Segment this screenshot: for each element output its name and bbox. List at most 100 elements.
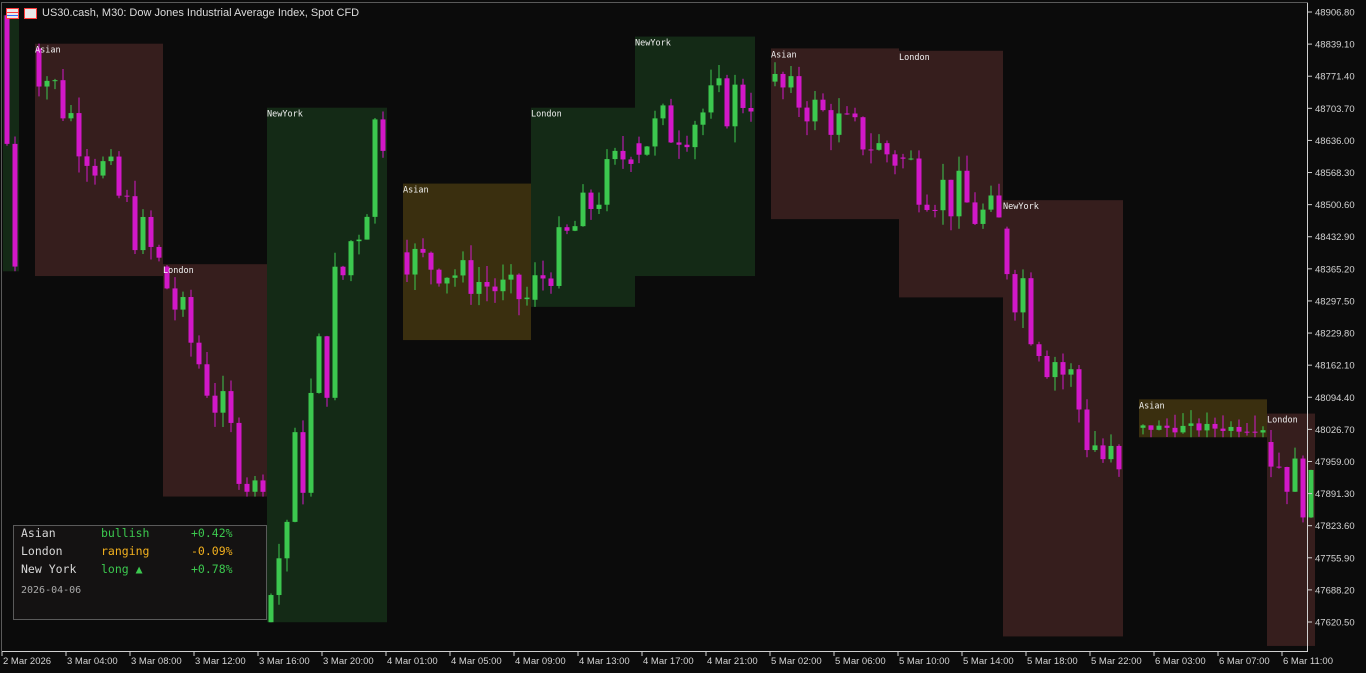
candle-bull (572, 226, 578, 231)
candle-bull (1228, 426, 1234, 431)
indicator-icon[interactable] (24, 7, 37, 19)
candle-bear (244, 483, 250, 492)
candle-bear (548, 278, 554, 286)
session-box-asian (771, 48, 899, 220)
candle-bull (308, 392, 314, 493)
candle-bear (204, 364, 210, 396)
session-label: London (531, 110, 562, 120)
price-label: 47823.60 (1315, 521, 1355, 532)
candle-bear (300, 432, 306, 493)
candle-bull (772, 73, 778, 82)
candle-bull (1188, 423, 1194, 426)
candle-bear (1164, 425, 1170, 428)
candle-bull (100, 161, 106, 176)
candle-bear (188, 297, 194, 343)
candle-bear (116, 156, 122, 196)
chart-window-icon[interactable] (6, 7, 19, 19)
candle-bear (1220, 428, 1226, 431)
candle-bull (980, 209, 986, 224)
candle-bear (1244, 431, 1250, 433)
session-box-newyork (1003, 200, 1123, 637)
session-label: NewYork (635, 39, 671, 49)
candle-bear (1148, 425, 1154, 430)
candle-bear (1252, 431, 1258, 433)
price-label: 48568.30 (1315, 168, 1355, 179)
candle-bull (372, 119, 378, 217)
candle-bull (316, 336, 322, 393)
time-label: 4 Mar 21:00 (707, 656, 758, 667)
price-label: 48432.90 (1315, 232, 1355, 243)
candle-bear (1116, 445, 1122, 470)
price-label: 48906.80 (1315, 8, 1355, 19)
price-label: 48703.70 (1315, 104, 1355, 115)
candle-bull (1020, 278, 1026, 313)
candle-bear (564, 227, 570, 231)
time-label: 5 Mar 18:00 (1027, 656, 1078, 667)
candle-bull (268, 595, 274, 623)
candle-bull (356, 239, 362, 242)
time-label: 5 Mar 06:00 (835, 656, 886, 667)
candle-bear (76, 113, 82, 157)
candle-bear (636, 143, 642, 155)
candle-bear (420, 248, 426, 253)
session-label: NewYork (1003, 202, 1039, 212)
price-label: 47891.30 (1315, 489, 1355, 500)
candle-bear (1012, 274, 1018, 313)
candle-bear (892, 154, 898, 166)
candle-bull (556, 227, 562, 286)
candle-bull (836, 113, 842, 135)
candle-bull (644, 146, 650, 155)
candle-bear (4, 15, 10, 144)
session-label: Asian (771, 50, 797, 60)
candle-bull (788, 76, 794, 88)
candle-bull (1260, 430, 1266, 433)
candle-bear (340, 266, 346, 276)
candle-bear (820, 99, 826, 111)
panel-session-change: -0.09% (191, 544, 233, 558)
candle-bull (332, 266, 338, 398)
candle-bear (932, 209, 938, 211)
candle-bear (484, 282, 490, 287)
session-box-london (899, 50, 1003, 298)
panel-session-state: long ▲ (101, 562, 143, 576)
candle-bull (716, 78, 722, 86)
candle-bull (708, 85, 714, 113)
candle-bull (364, 216, 370, 240)
candle-bull (596, 204, 602, 209)
candle-bull (108, 156, 114, 162)
candle-bull (292, 432, 298, 522)
candle-bull (1156, 425, 1162, 430)
candle-bull (660, 105, 666, 119)
candle-bear (436, 269, 442, 284)
candle-bear (156, 246, 162, 258)
time-label: 3 Mar 04:00 (67, 656, 118, 667)
candle-bull (908, 158, 914, 160)
candle-bear (804, 107, 810, 122)
candle-bear (1036, 344, 1042, 356)
price-label: 47755.90 (1315, 553, 1355, 564)
candle-bear (1084, 409, 1090, 451)
candle-bear (948, 179, 954, 217)
candle-bear (964, 170, 970, 203)
candle-bear (172, 288, 178, 310)
price-label: 47959.00 (1315, 457, 1355, 468)
candle-bull (532, 275, 538, 300)
candle-bull (876, 143, 882, 150)
candle-bear (1212, 423, 1218, 429)
candle-bear (620, 150, 626, 160)
candle-bear (1196, 423, 1202, 431)
session-label: NewYork (267, 110, 303, 120)
time-label: 6 Mar 07:00 (1219, 656, 1270, 667)
candle-bull (604, 159, 610, 205)
candle-bear (1044, 355, 1050, 378)
candle-bear (860, 117, 866, 150)
candle-bull (1052, 362, 1058, 378)
panel-row-newyork: New York long ▲ +0.78% (14, 562, 266, 578)
price-label: 48162.10 (1315, 361, 1355, 372)
price-label: 48229.80 (1315, 329, 1355, 340)
candle-bull (652, 118, 658, 147)
chart-symbol-title: US30.cash, M30: Dow Jones Industrial Ave… (42, 7, 360, 19)
candle-bull (44, 80, 50, 87)
candle-bear (60, 80, 66, 119)
candle-bull (988, 195, 994, 210)
